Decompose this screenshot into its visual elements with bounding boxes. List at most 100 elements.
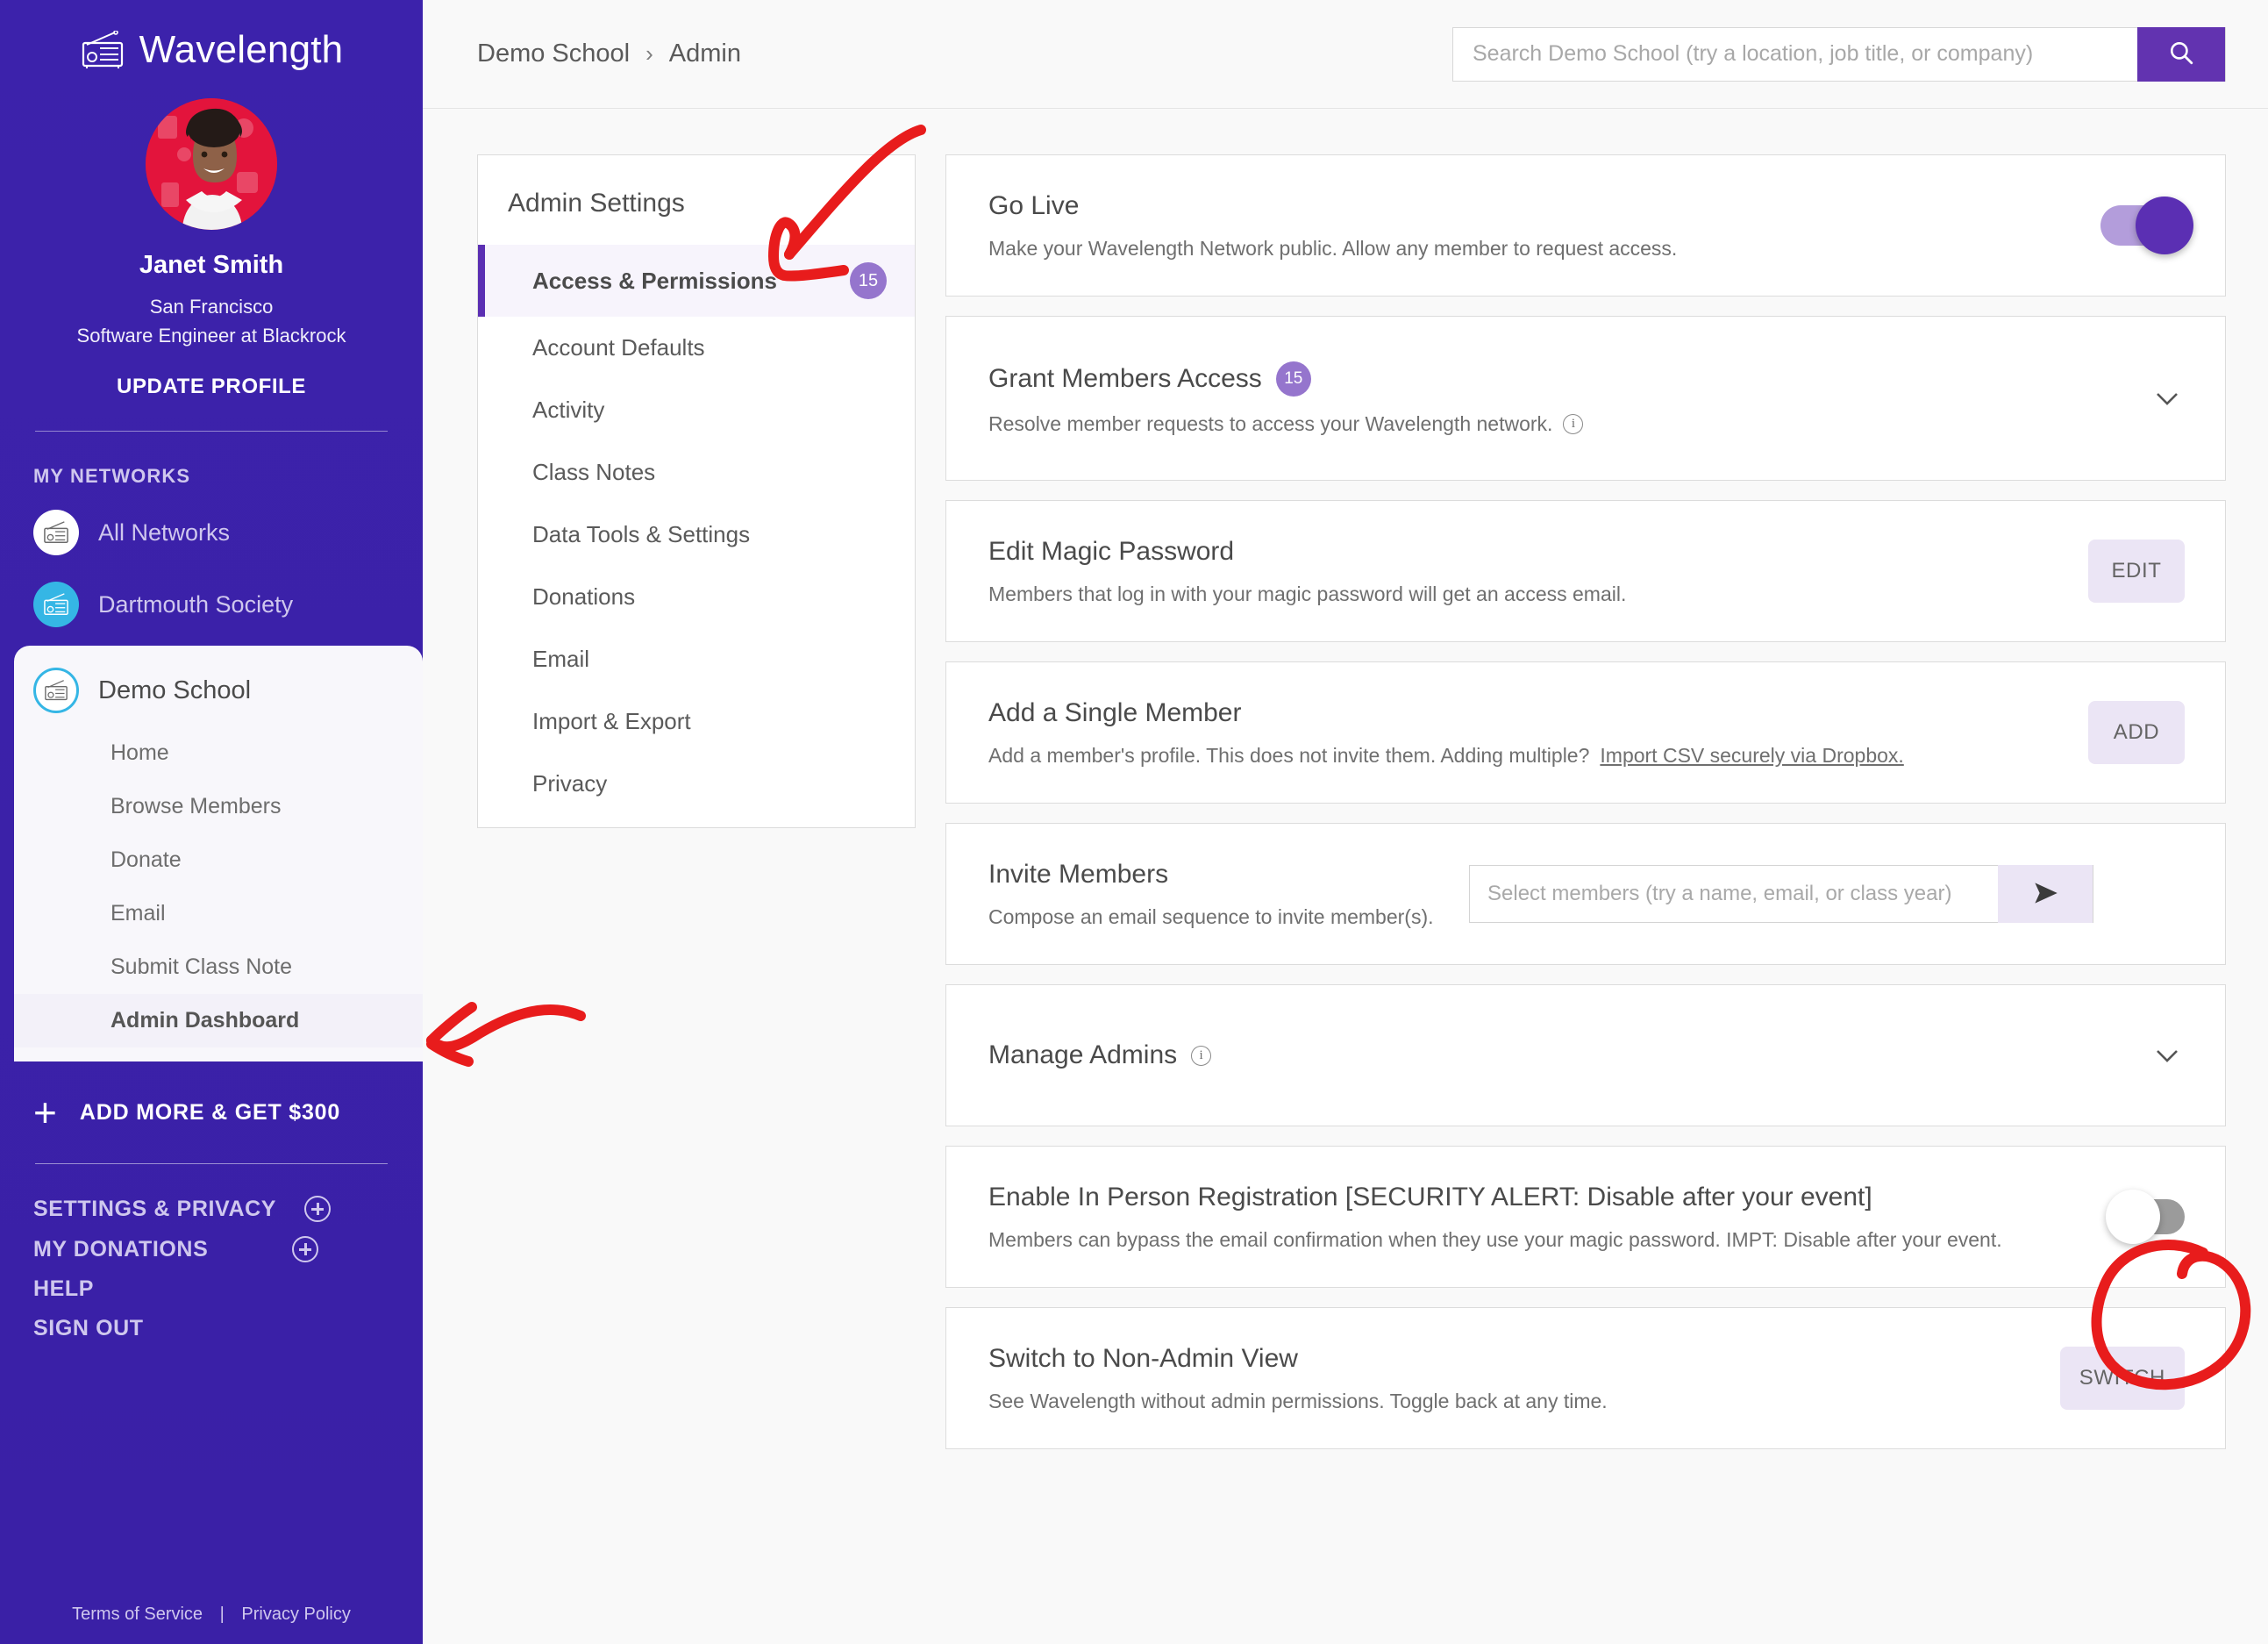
sidebar-item-browse-members[interactable]: Browse Members	[14, 780, 423, 833]
card-text: Manage Admins i	[988, 1040, 2150, 1070]
settings-item-donations[interactable]: Donations	[478, 566, 915, 628]
card-text: Grant Members Access 15 Resolve member r…	[988, 361, 2150, 436]
settings-item-privacy[interactable]: Privacy	[478, 753, 915, 827]
card-text: Switch to Non-Admin View See Wavelength …	[988, 1344, 2060, 1413]
settings-item-email[interactable]: Email	[478, 628, 915, 690]
settings-item-label: Donations	[532, 583, 636, 610]
plus-circle-icon[interactable]	[292, 1236, 319, 1262]
content-area: Admin Settings Access & Permissions 15 A…	[423, 109, 2268, 1644]
settings-item-class-notes[interactable]: Class Notes	[478, 441, 915, 504]
active-network-panel: Demo School Home Browse Members Donate E…	[14, 646, 423, 1061]
card-add-single-member: Add a Single Member Add a member's profi…	[945, 661, 2226, 804]
import-csv-link[interactable]: Import CSV securely via Dropbox.	[1600, 744, 1903, 768]
switch-button[interactable]: SWITCH	[2059, 1347, 2185, 1410]
sidebar-divider-2	[35, 1163, 388, 1164]
edit-button[interactable]: EDIT	[2088, 540, 2185, 603]
sidebar-item-dartmouth-society[interactable]: Dartmouth Society	[0, 568, 423, 640]
privacy-policy-link[interactable]: Privacy Policy	[241, 1605, 350, 1624]
card-text: Go Live Make your Wavelength Network pub…	[988, 191, 2100, 261]
admin-settings-title: Admin Settings	[508, 189, 685, 218]
card-in-person-registration: Enable In Person Registration [SECURITY …	[945, 1146, 2226, 1288]
invite-members-field	[1469, 865, 2093, 923]
sidebar-item-demo-school[interactable]: Demo School	[14, 654, 423, 726]
profile-location: San Francisco	[149, 296, 274, 318]
settings-item-data-tools-settings[interactable]: Data Tools & Settings	[478, 504, 915, 566]
sidebar-item-my-donations[interactable]: MY DONATIONS	[33, 1236, 423, 1262]
settings-item-label: Access & Permissions	[532, 267, 777, 294]
sidebar-item-email[interactable]: Email	[14, 887, 423, 940]
settings-item-label: Activity	[532, 397, 605, 423]
settings-item-access-permissions[interactable]: Access & Permissions 15	[478, 245, 915, 317]
send-invite-button[interactable]	[1998, 865, 2093, 923]
chevron-down-icon[interactable]	[2150, 1038, 2185, 1073]
sidebar-item-submit-class-note[interactable]: Submit Class Note	[14, 940, 423, 994]
sidebar-item-donate[interactable]: Donate	[14, 833, 423, 887]
card-title: Add a Single Member	[988, 697, 1242, 727]
toggle-knob	[2106, 1190, 2160, 1244]
add-button[interactable]: ADD	[2088, 701, 2185, 764]
card-title: Go Live	[988, 190, 1080, 220]
profile-title: Software Engineer at Blackrock	[76, 325, 346, 347]
radio-icon	[80, 30, 125, 69]
info-icon[interactable]: i	[1191, 1045, 1212, 1066]
profile-name: Janet Smith	[139, 251, 284, 279]
settings-item-activity[interactable]: Activity	[478, 379, 915, 441]
settings-item-label: Privacy	[532, 770, 608, 797]
settings-item-import-export[interactable]: Import & Export	[478, 690, 915, 753]
sidebar-item-sign-out[interactable]: SIGN OUT	[33, 1316, 423, 1341]
invite-members-input[interactable]	[1470, 866, 1998, 922]
sidebar-divider	[35, 431, 388, 432]
card-title: Edit Magic Password	[988, 536, 1235, 566]
add-more-label: ADD MORE & GET $300	[79, 1099, 341, 1125]
my-networks-header: MY NETWORKS	[33, 465, 191, 487]
sidebar-item-home[interactable]: Home	[14, 726, 423, 780]
legal-separator: |	[219, 1605, 225, 1624]
update-profile-button[interactable]: UPDATE PROFILE	[0, 375, 423, 399]
topbar: Demo School › Admin	[423, 0, 2268, 109]
in-person-registration-toggle[interactable]	[2106, 1190, 2185, 1244]
add-more-button[interactable]: + ADD MORE & GET $300	[0, 1061, 423, 1133]
go-live-toggle[interactable]	[2100, 197, 2193, 254]
card-description: Members that log in with your magic pass…	[988, 582, 1627, 605]
card-description: Members can bypass the email confirmatio…	[988, 1227, 2002, 1251]
card-description: Make your Wavelength Network public. All…	[988, 236, 1678, 260]
send-arrow-icon	[2029, 879, 2061, 910]
card-text: Enable In Person Registration [SECURITY …	[988, 1183, 2116, 1252]
sidebar-item-admin-dashboard[interactable]: Admin Dashboard	[14, 994, 423, 1047]
toggle-knob	[2136, 197, 2193, 254]
card-description: See Wavelength without admin permissions…	[988, 1389, 1608, 1412]
sidebar-item-label: All Networks	[98, 518, 231, 546]
brand[interactable]: Wavelength	[0, 0, 423, 81]
search-button[interactable]	[2137, 26, 2225, 82]
settings-item-label: Account Defaults	[532, 334, 705, 361]
card-invite-members: Invite Members Compose an email sequence…	[945, 823, 2226, 965]
card-title: Enable In Person Registration [SECURITY …	[988, 1182, 1872, 1212]
sidebar-item-label: Dartmouth Society	[98, 590, 294, 618]
sidebar-item-all-networks[interactable]: All Networks	[0, 497, 423, 568]
chevron-down-icon[interactable]	[2150, 381, 2185, 416]
card-description-text: Add a member's profile. This does not in…	[988, 743, 1590, 767]
card-title: Invite Members	[988, 859, 1169, 889]
sidebar-item-label: Demo School	[98, 675, 252, 704]
avatar[interactable]	[146, 98, 277, 230]
sidebar-item-help[interactable]: HELP	[33, 1276, 423, 1302]
settings-item-label: Data Tools & Settings	[532, 521, 751, 547]
main-area: Demo School › Admin Admi	[423, 0, 2268, 1644]
card-description: Compose an email sequence to invite memb…	[988, 904, 1434, 928]
settings-item-label: Class Notes	[532, 459, 656, 485]
card-title-label: Grant Members Access	[988, 363, 1262, 393]
breadcrumb-root[interactable]: Demo School	[477, 39, 630, 68]
terms-of-service-link[interactable]: Terms of Service	[72, 1605, 203, 1624]
settings-item-label: Email	[532, 646, 590, 672]
sidebar-footer-links: SETTINGS & PRIVACY MY DONATIONS HELP SIG…	[0, 1196, 423, 1341]
info-icon[interactable]: i	[1563, 413, 1584, 434]
plus-circle-icon[interactable]	[304, 1196, 332, 1222]
chevron-right-icon: ›	[645, 40, 653, 67]
card-text: Invite Members Compose an email sequence…	[988, 860, 1434, 929]
breadcrumb-current: Admin	[668, 39, 741, 68]
sidebar-item-settings-privacy[interactable]: SETTINGS & PRIVACY	[33, 1196, 423, 1222]
settings-item-account-defaults[interactable]: Account Defaults	[478, 317, 915, 379]
search-input[interactable]	[1453, 27, 2137, 81]
avatar-wrap	[0, 98, 423, 230]
card-manage-admins: Manage Admins i	[945, 984, 2226, 1126]
